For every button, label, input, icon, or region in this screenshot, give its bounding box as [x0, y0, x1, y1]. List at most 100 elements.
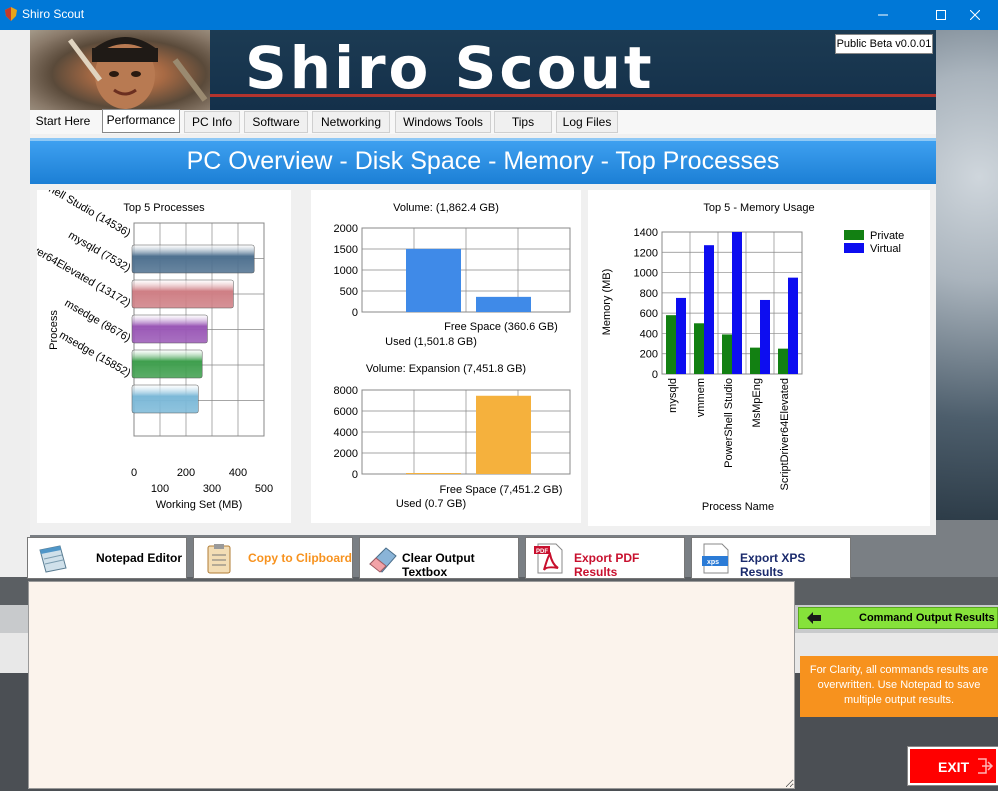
memory-bar-virtual — [788, 277, 798, 374]
process-bar — [131, 384, 199, 414]
category-label: Used (0.7 GB) — [396, 498, 466, 510]
process-bar — [131, 349, 203, 379]
close-button[interactable] — [952, 0, 998, 30]
process-bar — [131, 244, 255, 274]
tab-strip: Start Here Performance PC Info Software … — [30, 109, 936, 134]
disk-space-panel: Volume: (1,862.4 GB) 0 500 1000 1500 2000 Used… — [311, 190, 581, 523]
memory-usage-chart: Top 5 - Memory Usage 0 200 400 600 800 1000 120… — [601, 202, 904, 513]
y-tick-label: 0 — [352, 307, 358, 319]
top-processes-chart: Top 5 Processes 0 100 200 300 400 500 PowerShel… — [37, 190, 273, 511]
y-tick-label: 600 — [640, 308, 658, 320]
volume-bar — [406, 473, 461, 474]
x-tick-label: 500 — [255, 483, 273, 495]
shield-app-icon — [5, 7, 17, 21]
legend-swatch — [844, 230, 864, 240]
category-label: ScriptDriver64Elevated — [779, 378, 791, 491]
volume-bar — [476, 296, 531, 312]
copy-to-clipboard-button[interactable]: Copy to Clipboard — [193, 537, 353, 579]
tab-log-files[interactable]: Log Files — [556, 111, 618, 133]
app-logo: Shiro Scout — [245, 34, 655, 102]
notepad-editor-button[interactable]: Notepad Editor — [27, 537, 187, 579]
y-tick-label: 1000 — [334, 265, 358, 277]
volume-bar — [406, 248, 461, 312]
tab-tips[interactable]: Tips — [494, 111, 552, 133]
tab-networking[interactable]: Networking — [312, 111, 390, 133]
notepad-icon — [39, 545, 67, 573]
version-badge: Public Beta v0.0.01 — [835, 34, 933, 54]
category-label: Free Space (7,451.2 GB) — [440, 484, 563, 496]
chart-title: Volume: Expansion (7,451.8 GB) — [366, 363, 526, 375]
mascot-portrait-image — [30, 30, 210, 110]
legend-label: Private — [870, 230, 904, 242]
xps-icon-text: xps — [707, 559, 719, 566]
legend-label: Virtual — [870, 243, 901, 255]
process-bar — [131, 279, 234, 309]
category-label: PowerShell Studio — [723, 378, 735, 468]
y-tick-label: 1200 — [634, 247, 658, 259]
export-pdf-button[interactable]: PDF Export PDF Results — [525, 537, 685, 579]
y-tick-label: 800 — [640, 288, 658, 300]
category-label: mysqld — [667, 378, 679, 413]
y-tick-label: 500 — [340, 286, 358, 298]
y-tick-label: 200 — [640, 349, 658, 361]
clear-output-label: Clear Output Textbox — [402, 551, 475, 579]
app-banner: Shiro Scout Public Beta v0.0.01 — [30, 30, 936, 110]
x-tick-label: 100 — [151, 483, 169, 495]
y-tick-label: 2000 — [334, 448, 358, 460]
copy-to-clipboard-label: Copy to Clipboard — [248, 551, 352, 565]
tab-start-here[interactable]: Start Here — [30, 111, 96, 133]
tab-performance[interactable]: Performance — [102, 109, 180, 133]
command-output-results-button[interactable]: Command Output Results — [798, 607, 998, 629]
memory-bar-virtual — [704, 245, 714, 374]
maximize-icon — [936, 10, 946, 20]
command-output-results-label: Command Output Results — [859, 612, 995, 624]
minimize-icon — [878, 14, 888, 16]
memory-bar-virtual — [732, 232, 742, 374]
tab-pc-info[interactable]: PC Info — [184, 111, 240, 133]
title-bar: Shiro Scout — [0, 0, 998, 30]
y-tick-label: 1400 — [634, 227, 658, 239]
eraser-icon — [369, 547, 397, 573]
x-tick-label: 200 — [177, 467, 195, 479]
clipboard-icon — [207, 544, 231, 574]
memory-bar-private — [750, 347, 760, 374]
close-icon — [969, 9, 981, 21]
output-textbox[interactable] — [28, 581, 795, 789]
y-tick-label: 4000 — [334, 427, 358, 439]
memory-bar-private — [694, 323, 704, 374]
export-xps-button[interactable]: xps Export XPS Results — [691, 537, 851, 579]
y-axis-title: Memory (MB) — [601, 269, 613, 336]
notepad-editor-label: Notepad Editor — [96, 551, 182, 565]
pdf-icon: PDF — [534, 543, 563, 574]
tab-windows-tools[interactable]: Windows Tools — [395, 111, 491, 133]
y-tick-label: 400 — [640, 328, 658, 340]
x-tick-label: 0 — [131, 467, 137, 479]
memory-bar-private — [722, 334, 732, 374]
pdf-icon-text: PDF — [536, 549, 548, 555]
top-processes-panel: Top 5 Processes 0 100 200 300 400 500 PowerShel… — [37, 190, 291, 523]
background-moon-image — [935, 30, 998, 520]
category-label: vmmem — [695, 378, 707, 417]
y-tick-label: 1000 — [634, 268, 658, 280]
y-tick-label: 8000 — [334, 385, 358, 397]
section-title: PC Overview - Disk Space - Memory - Top … — [186, 147, 780, 175]
chart-title: Top 5 Processes — [123, 202, 205, 214]
mascot-face-icon — [68, 37, 208, 109]
minimize-button[interactable] — [860, 0, 906, 30]
clarity-notice: For Clarity, all commands results are ov… — [800, 656, 998, 717]
clear-output-button[interactable]: Clear Output Textbox — [359, 537, 519, 579]
category-label: Used (1,501.8 GB) — [385, 336, 477, 348]
exit-button[interactable]: EXIT — [907, 746, 998, 786]
section-header: PC Overview - Disk Space - Memory - Top … — [30, 138, 936, 184]
y-tick-label: 1500 — [334, 244, 358, 256]
y-tick-label: 0 — [652, 369, 658, 381]
y-tick-label: 0 — [352, 469, 358, 481]
memory-bar-private — [778, 348, 788, 374]
disk-space-charts: Volume: (1,862.4 GB) 0 500 1000 1500 2000 Used… — [334, 202, 571, 510]
x-tick-label: 400 — [229, 467, 247, 479]
x-axis-title: Working Set (MB) — [156, 499, 243, 511]
legend-swatch — [844, 243, 864, 253]
window-title: Shiro Scout — [22, 7, 85, 21]
chart-title: Volume: (1,862.4 GB) — [393, 202, 499, 214]
tab-software[interactable]: Software — [244, 111, 308, 133]
